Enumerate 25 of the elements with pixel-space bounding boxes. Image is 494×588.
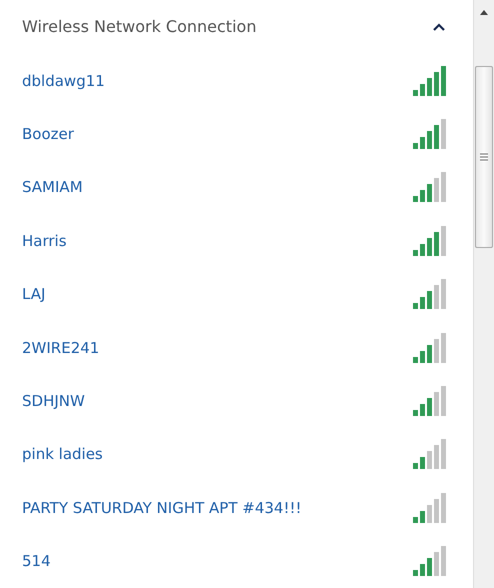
signal-icon (411, 492, 447, 523)
signal-icon (411, 332, 447, 363)
section-title: Wireless Network Connection (22, 17, 256, 36)
network-name[interactable]: 2WIRE241 (22, 338, 100, 357)
signal-icon (411, 66, 447, 96)
signal-icon (411, 546, 447, 576)
scrollbar-thumb[interactable] (475, 66, 493, 248)
network-name[interactable]: SDHJNW (22, 392, 85, 410)
network-name[interactable]: dbldawg11 (22, 72, 105, 90)
collapse-button[interactable] (431, 20, 447, 33)
signal-icon (411, 172, 447, 202)
network-name[interactable]: SAMIAM (22, 178, 83, 196)
signal-icon (411, 439, 447, 470)
grip-icon (480, 153, 488, 161)
signal-icon (411, 119, 447, 149)
network-name[interactable]: 514 (22, 552, 51, 570)
network-name[interactable]: PARTY SATURDAY NIGHT APT #434!!! (22, 498, 302, 517)
signal-icon (411, 226, 447, 256)
signal-icon (411, 386, 447, 416)
network-name[interactable]: LAJ (22, 285, 46, 304)
scroll-up-icon[interactable] (479, 8, 489, 16)
network-name[interactable]: pink ladies (22, 445, 103, 464)
signal-icon (411, 279, 447, 310)
network-name[interactable]: Harris (22, 232, 67, 250)
network-name[interactable]: Boozer (22, 125, 74, 143)
